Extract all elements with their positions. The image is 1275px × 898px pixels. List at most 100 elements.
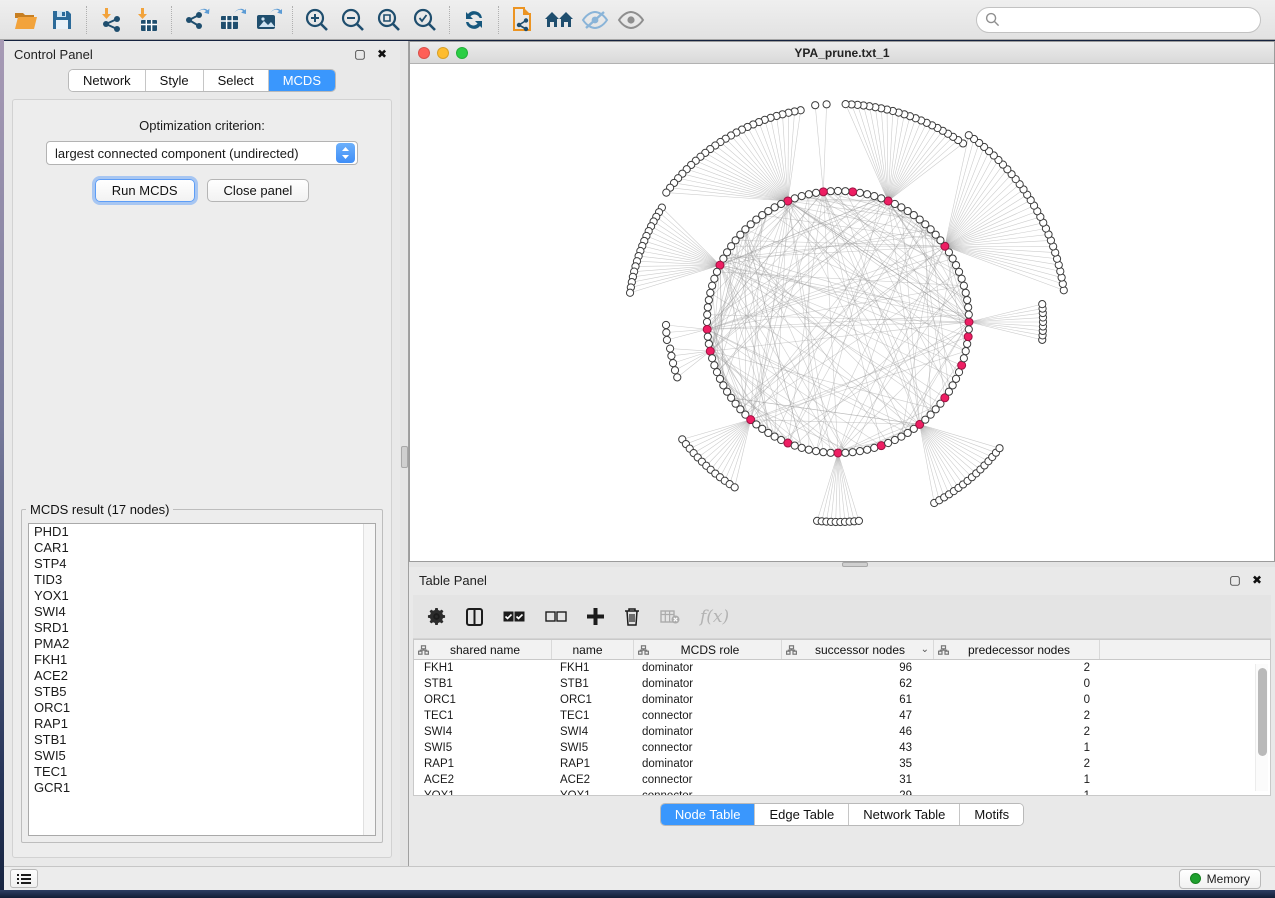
zoom-fit-button[interactable] [371, 3, 407, 37]
mcds-result-list[interactable]: PHD1CAR1STP4TID3YOX1SWI4SRD1PMA2FKH1ACE2… [28, 523, 376, 836]
cell-successor-nodes: 46 [782, 724, 934, 740]
mcds-result-item[interactable]: ACE2 [29, 668, 375, 684]
open-file-button[interactable] [8, 3, 44, 37]
mcds-list-scrollbar[interactable] [363, 524, 375, 835]
zoom-selected-button[interactable] [407, 3, 443, 37]
close-panel-icon[interactable]: ✖ [374, 46, 390, 62]
mcds-result-item[interactable]: CAR1 [29, 540, 375, 556]
network-canvas[interactable] [410, 64, 1274, 561]
zoom-out-icon [340, 7, 366, 33]
choose-columns-button[interactable] [466, 602, 483, 632]
save-session-button[interactable] [44, 3, 80, 37]
tab-node-table[interactable]: Node Table [661, 804, 756, 825]
table-row[interactable]: RAP1RAP1dominator352 [414, 756, 1270, 772]
table-row[interactable]: SWI4SWI4dominator462 [414, 724, 1270, 740]
memory-button[interactable]: Memory [1179, 869, 1261, 889]
table-row[interactable]: FKH1FKH1dominator962 [414, 660, 1270, 676]
export-table-button[interactable] [214, 3, 250, 37]
close-window-icon[interactable] [418, 47, 430, 59]
show-all-button[interactable] [613, 3, 649, 37]
zoom-out-button[interactable] [335, 3, 371, 37]
tab-network[interactable]: Network [69, 70, 146, 91]
table-row[interactable]: SWI5SWI5connector431 [414, 740, 1270, 756]
splitter-grip[interactable] [401, 446, 408, 468]
duplicate-network-button[interactable] [505, 3, 541, 37]
mcds-result-item[interactable]: STB1 [29, 732, 375, 748]
cell-successor-nodes: 96 [782, 660, 934, 676]
criterion-dropdown[interactable]: largest connected component (undirected) [46, 141, 358, 165]
mcds-result-item[interactable]: STP4 [29, 556, 375, 572]
refresh-view-button[interactable] [456, 3, 492, 37]
import-table-button[interactable] [129, 3, 165, 37]
mcds-result-item[interactable]: TID3 [29, 572, 375, 588]
float-panel-icon[interactable]: ▢ [1227, 572, 1243, 588]
task-history-button[interactable] [10, 869, 38, 888]
tab-style[interactable]: Style [146, 70, 204, 91]
table-row[interactable]: YOX1YOX1connector291 [414, 788, 1270, 796]
column-header-shared-name[interactable]: shared name [414, 640, 552, 659]
mcds-result-item[interactable]: SRD1 [29, 620, 375, 636]
deselect-all-columns-button[interactable] [545, 602, 567, 632]
cell-name: ACE2 [552, 772, 634, 788]
cell-successor-nodes: 43 [782, 740, 934, 756]
table-row[interactable]: STB1STB1dominator620 [414, 676, 1270, 692]
search-input[interactable] [1000, 13, 1252, 27]
duplicate-network-icon [510, 6, 536, 34]
hide-selected-button[interactable] [577, 3, 613, 37]
column-header-name[interactable]: name [552, 640, 634, 659]
cell-name: SWI4 [552, 724, 634, 740]
table-row[interactable]: ORC1ORC1dominator610 [414, 692, 1270, 708]
mcds-result-item[interactable]: FKH1 [29, 652, 375, 668]
import-network-button[interactable] [93, 3, 129, 37]
float-panel-icon[interactable]: ▢ [352, 46, 368, 62]
mcds-result-item[interactable]: YOX1 [29, 588, 375, 604]
cell-name: STB1 [552, 676, 634, 692]
vertical-splitter[interactable] [400, 41, 409, 866]
mcds-result-item[interactable]: SWI4 [29, 604, 375, 620]
zoom-in-button[interactable] [299, 3, 335, 37]
table-settings-button[interactable] [427, 602, 446, 632]
control-panel-title: Control Panel [14, 47, 93, 62]
delete-column-button[interactable] [624, 602, 640, 632]
close-panel-icon[interactable]: ✖ [1249, 572, 1265, 588]
cell-successor-nodes: 61 [782, 692, 934, 708]
search-box[interactable] [976, 7, 1261, 33]
tab-edge-table[interactable]: Edge Table [755, 804, 849, 825]
mcds-result-item[interactable]: SWI5 [29, 748, 375, 764]
tab-mcds[interactable]: MCDS [269, 70, 335, 91]
column-header-successor-nodes[interactable]: successor nodes⌄ [782, 640, 934, 659]
tab-network-table[interactable]: Network Table [849, 804, 960, 825]
export-network-button[interactable] [178, 3, 214, 37]
mcds-result-item[interactable]: ORC1 [29, 700, 375, 716]
network-view-titlebar[interactable]: YPA_prune.txt_1 [410, 42, 1274, 64]
mcds-result-title: MCDS result (17 nodes) [26, 502, 173, 517]
import-table-icon [134, 7, 160, 33]
column-header-predecessor-nodes[interactable]: predecessor nodes [934, 640, 1100, 659]
table-row[interactable]: ACE2ACE2connector311 [414, 772, 1270, 788]
cell-predecessor-nodes: 1 [934, 740, 1100, 756]
export-image-button[interactable] [250, 3, 286, 37]
run-mcds-button[interactable]: Run MCDS [95, 179, 195, 202]
cell-predecessor-nodes: 0 [934, 692, 1100, 708]
mcds-result-item[interactable]: PHD1 [29, 524, 375, 540]
first-neighbors-button[interactable] [541, 3, 577, 37]
minimize-window-icon[interactable] [437, 47, 449, 59]
tab-select[interactable]: Select [204, 70, 269, 91]
add-column-button[interactable] [587, 602, 604, 632]
column-header-MCDS-role[interactable]: MCDS role [634, 640, 782, 659]
select-all-columns-button[interactable] [503, 602, 525, 632]
mcds-result-item[interactable]: RAP1 [29, 716, 375, 732]
tab-motifs[interactable]: Motifs [960, 804, 1023, 825]
maximize-window-icon[interactable] [456, 47, 468, 59]
network-view-title: YPA_prune.txt_1 [410, 46, 1274, 60]
table-row[interactable]: TEC1TEC1connector472 [414, 708, 1270, 724]
table-scrollbar[interactable] [1255, 664, 1268, 791]
close-panel-button[interactable]: Close panel [207, 179, 310, 202]
mcds-result-item[interactable]: STB5 [29, 684, 375, 700]
mcds-result-item[interactable]: TEC1 [29, 764, 375, 780]
scrollbar-thumb[interactable] [1258, 668, 1267, 756]
table-body: FKH1FKH1dominator962STB1STB1dominator620… [414, 660, 1270, 796]
mcds-result-item[interactable]: PMA2 [29, 636, 375, 652]
network-graph[interactable] [410, 64, 1274, 561]
mcds-result-item[interactable]: GCR1 [29, 780, 375, 796]
